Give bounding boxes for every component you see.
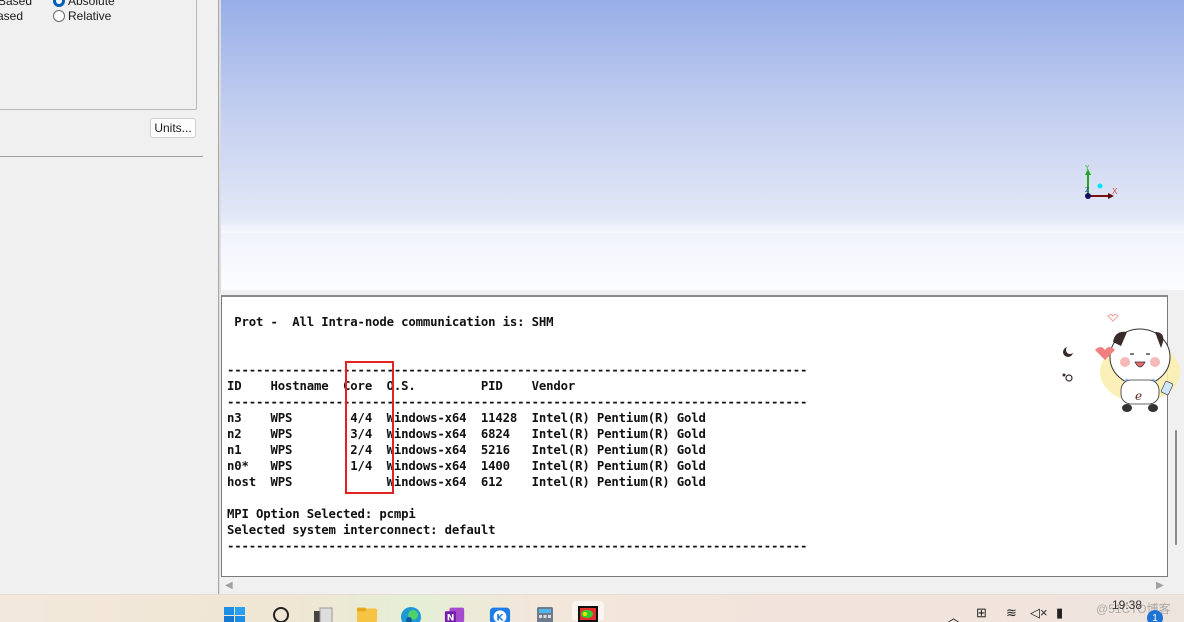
scroll-left-icon[interactable]: ◀ — [225, 580, 233, 591]
battery-charging-icon[interactable]: ▮ — [1056, 605, 1063, 621]
search-button[interactable] — [270, 605, 292, 622]
show-hidden-icons-button[interactable]: ︿ — [947, 607, 960, 622]
svg-text:K: K — [496, 612, 504, 622]
x-axis-label: X — [1112, 187, 1118, 196]
console-line: Selected system interconnect: default — [227, 523, 496, 537]
calculator-icon — [537, 607, 553, 622]
notification-badge[interactable]: 1 — [1147, 610, 1163, 622]
cat-sticker-image: e — [1062, 314, 1180, 412]
console-line: n0* WPS 1/4 Windows-x64 1400 Intel(R) Pe… — [227, 459, 706, 473]
console-line: n3 WPS 4/4 Windows-x64 11428 Intel(R) Pe… — [227, 411, 706, 425]
units-button[interactable]: Units... — [150, 118, 196, 138]
y-axis-label: Y — [1084, 164, 1090, 172]
console-line: host WPS Windows-x64 612 Intel(R) Pentiu… — [227, 475, 706, 489]
k-app-icon: K — [489, 607, 511, 622]
radio-relative[interactable]: Relative — [53, 9, 111, 23]
input-method-icon[interactable]: ⊞ — [976, 605, 987, 621]
start-button[interactable] — [224, 605, 246, 622]
console-line: n2 WPS 3/4 Windows-x64 6824 Intel(R) Pen… — [227, 427, 706, 441]
radio-absolute-indicator[interactable] — [53, 0, 65, 7]
radio-relative-label: Relative — [68, 9, 112, 23]
console-line: ----------------------------------------… — [227, 363, 808, 377]
wifi-icon[interactable]: ≋ — [1006, 605, 1017, 621]
radio-based-label: Based — [0, 0, 33, 8]
taskbar: N K ︿ ⊞ ≋ ◁× ▮ @51CTO博客 19:38 1 — [0, 594, 1184, 622]
console-line: MPI Option Selected: pcmpi — [227, 507, 416, 521]
scroll-right-icon[interactable]: ▶ — [1156, 580, 1164, 591]
console-line: ID Hostname Core O.S. PID Vendor — [227, 379, 576, 393]
console-line: ----------------------------------------… — [227, 539, 808, 553]
clock-time[interactable]: 19:38 — [1112, 598, 1142, 612]
windows-logo-icon — [224, 607, 245, 622]
screen: Based ased Absolute Relative Units... Y … — [0, 0, 1184, 622]
console-text: Prot - All Intra-node communication is: … — [227, 314, 808, 576]
separator — [0, 156, 203, 157]
core-column-highlight — [345, 361, 394, 494]
folder-icon — [356, 607, 378, 622]
console-line: Prot - All Intra-node communication is: … — [227, 315, 554, 329]
volume-muted-icon[interactable]: ◁× — [1030, 605, 1048, 621]
graphics-viewport[interactable] — [221, 0, 1184, 290]
axis-triad: Y X Z — [1084, 164, 1118, 199]
file-explorer-button[interactable] — [356, 605, 378, 622]
z-axis-label: Z — [1085, 187, 1089, 194]
onenote-button[interactable]: N — [444, 605, 466, 622]
viewport-horizon-line — [221, 231, 1184, 233]
radio-relative-indicator[interactable] — [53, 10, 65, 22]
kuaiya-button[interactable]: K — [489, 605, 511, 622]
edge-icon — [401, 607, 421, 622]
fluent-app-icon — [578, 606, 598, 622]
vertical-scroll-thumb[interactable] — [1175, 430, 1177, 545]
radio-based-2-label: ased — [0, 9, 24, 23]
task-view-icon — [314, 607, 333, 622]
task-view-button[interactable] — [312, 605, 334, 622]
console-output[interactable]: Prot - All Intra-node communication is: … — [221, 295, 1168, 577]
console-line: n1 WPS 2/4 Windows-x64 5216 Intel(R) Pen… — [227, 443, 706, 457]
svg-text:e: e — [1135, 389, 1142, 403]
onenote-icon: N — [444, 607, 465, 622]
radio-absolute-label: Absolute — [68, 0, 115, 8]
radio-based[interactable]: Based — [0, 0, 32, 8]
console-line: ----------------------------------------… — [227, 395, 808, 409]
svg-text:N: N — [447, 612, 455, 622]
radio-based-2[interactable]: ased — [0, 9, 23, 23]
fluent-button-active[interactable] — [572, 601, 604, 622]
edge-button[interactable] — [400, 605, 422, 622]
search-icon — [273, 607, 289, 622]
console-horizontal-scrollbar[interactable]: ◀ ▶ — [221, 577, 1168, 594]
calculator-button[interactable] — [534, 605, 556, 622]
radio-absolute[interactable]: Absolute — [53, 0, 115, 8]
properties-panel: Based ased Absolute Relative Units... — [0, 0, 218, 594]
rotation-center-dot — [1097, 183, 1103, 189]
